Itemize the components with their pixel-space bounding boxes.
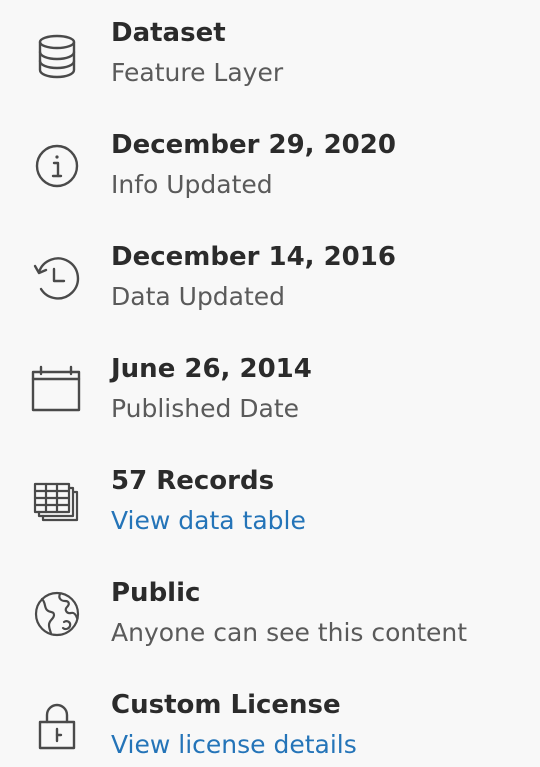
detail-title: 57 Records (111, 466, 275, 496)
detail-row-license: Custom License View license details (0, 684, 540, 767)
detail-title: June 26, 2014 (111, 354, 312, 384)
detail-title: December 29, 2020 (111, 130, 396, 160)
detail-title: Public (111, 578, 201, 608)
detail-subtitle: Feature Layer (111, 58, 284, 87)
detail-row-published: June 26, 2014 Published Date (0, 348, 540, 448)
detail-row-public: Public Anyone can see this content (0, 572, 540, 672)
item-details-panel: Dataset Feature Layer December 29, 2020 … (0, 0, 540, 767)
calendar-icon (27, 358, 87, 418)
detail-title: December 14, 2016 (111, 242, 396, 272)
detail-subtitle: Info Updated (111, 170, 273, 199)
view-data-table-link[interactable]: View data table (111, 506, 306, 536)
detail-subtitle: Data Updated (111, 282, 286, 311)
database-icon (27, 26, 87, 86)
detail-subtitle: Anyone can see this content (111, 618, 468, 647)
detail-row-info-updated: December 29, 2020 Info Updated (0, 124, 540, 224)
info-icon (27, 136, 87, 196)
detail-title: Dataset (111, 18, 226, 48)
view-license-details-link[interactable]: View license details (111, 730, 357, 760)
detail-title: Custom License (111, 690, 341, 720)
detail-subtitle: Published Date (111, 394, 300, 423)
detail-row-records: 57 Records View data table (0, 460, 540, 560)
lock-icon (27, 696, 87, 756)
detail-row-dataset: Dataset Feature Layer (0, 12, 540, 112)
detail-row-data-updated: December 14, 2016 Data Updated (0, 236, 540, 336)
history-icon (27, 248, 87, 308)
globe-icon (27, 584, 87, 644)
table-icon (27, 470, 87, 530)
